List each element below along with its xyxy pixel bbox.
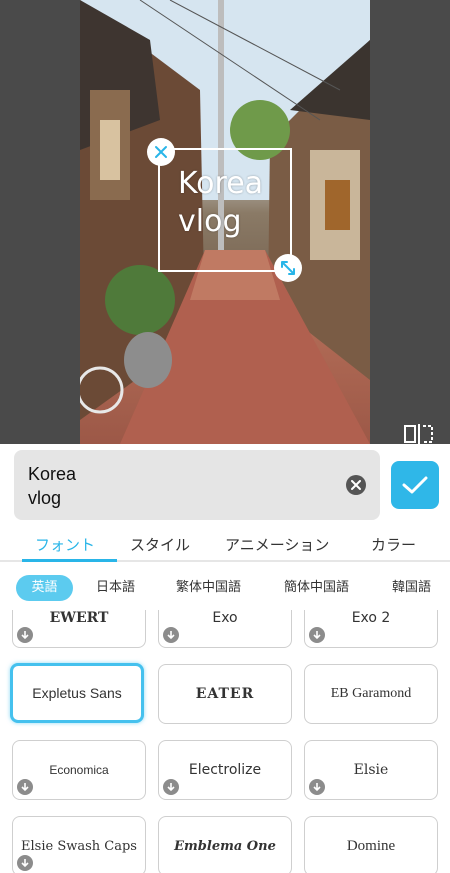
font-card[interactable]: Electrolize [158, 740, 292, 800]
tab-font[interactable]: フォント [35, 534, 95, 555]
lang-traditional-chinese[interactable]: 繁体中国語 [166, 575, 251, 601]
download-icon [17, 627, 33, 643]
download-icon [17, 779, 33, 795]
text-input[interactable]: Korea vlog [14, 450, 380, 520]
font-name: EWERT [49, 610, 109, 626]
resize-handle[interactable] [274, 254, 302, 282]
font-name: EATER [195, 686, 255, 702]
font-card[interactable]: Domine [304, 816, 438, 873]
font-card[interactable]: Economica [12, 740, 146, 800]
download-icon [309, 779, 325, 795]
close-icon [155, 146, 167, 158]
download-icon [163, 627, 179, 643]
font-name: Emblema One [174, 838, 276, 854]
font-name: Elsie [353, 762, 389, 778]
font-card[interactable]: EB Garamond [304, 664, 438, 724]
check-icon [402, 476, 428, 494]
font-card[interactable]: Emblema One [158, 816, 292, 873]
text-input-row: Korea vlog [0, 444, 450, 526]
editor-tabs: フォント スタイル アニメーション カラー [0, 526, 450, 562]
remove-text-button[interactable] [147, 138, 175, 166]
download-icon [309, 627, 325, 643]
font-name: Electrolize [188, 762, 262, 778]
lang-simplified-chinese[interactable]: 簡体中国語 [274, 575, 359, 601]
download-icon [17, 855, 33, 871]
lang-korean[interactable]: 韓国語 [382, 575, 441, 601]
compare-split-icon[interactable] [404, 424, 434, 444]
font-name: Economica [49, 763, 109, 777]
font-name: Expletus Sans [32, 685, 122, 701]
lang-english[interactable]: 英語 [16, 575, 73, 601]
video-preview: Korea vlog [0, 0, 450, 444]
overlay-text[interactable]: Korea vlog [178, 165, 288, 241]
font-name: Exo [212, 610, 238, 626]
font-name: EB Garamond [330, 686, 412, 701]
font-card[interactable]: Exo 2 [304, 610, 438, 648]
font-card[interactable]: EWERT [12, 610, 146, 648]
font-card[interactable]: Elsie [304, 740, 438, 800]
tab-animation[interactable]: アニメーション [225, 534, 329, 555]
language-filter: 英語 日本語 繁体中国語 簡体中国語 韓国語 [0, 562, 450, 610]
font-name: Elsie Swash Caps [21, 838, 137, 854]
font-card[interactable]: Elsie Swash Caps [12, 816, 146, 873]
resize-arrows-icon [281, 261, 295, 275]
font-name: Domine [346, 837, 396, 854]
clear-icon [351, 480, 361, 490]
font-card-selected[interactable]: Expletus Sans [10, 663, 144, 723]
download-icon [163, 779, 179, 795]
confirm-button[interactable] [391, 461, 439, 509]
font-name: Exo 2 [351, 610, 391, 626]
lang-japanese[interactable]: 日本語 [86, 575, 145, 601]
font-card[interactable]: Exo [158, 610, 292, 648]
font-grid: EWERT Exo Exo 2 Expletus Sans EATER EB G… [0, 610, 450, 873]
tab-color[interactable]: カラー [371, 534, 416, 555]
tab-style[interactable]: スタイル [130, 534, 190, 555]
font-card[interactable]: EATER [158, 664, 292, 724]
clear-text-button[interactable] [346, 475, 366, 495]
